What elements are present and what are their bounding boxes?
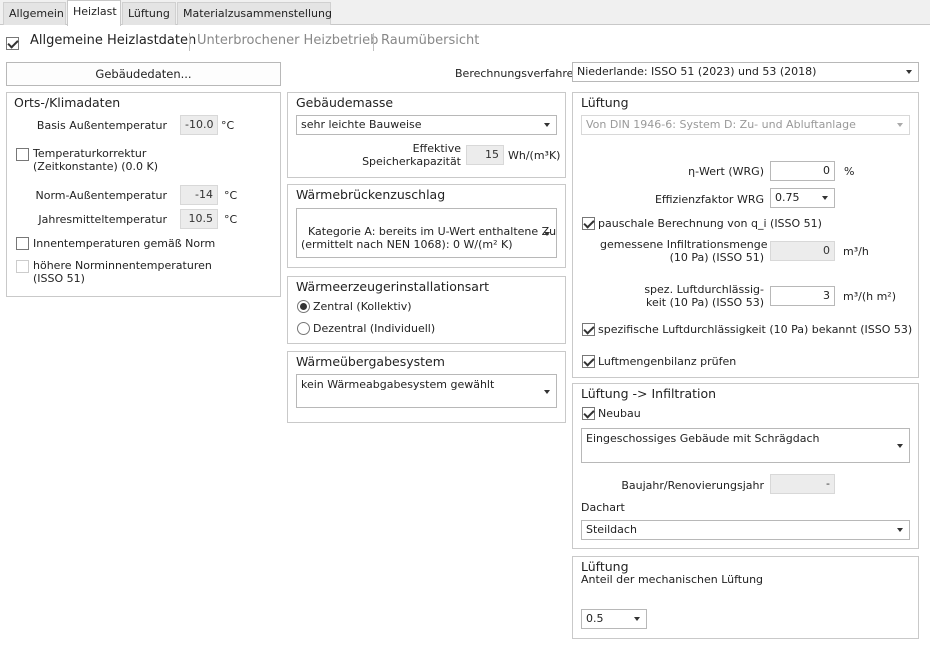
berechnungsverfahren-label: Berechnungsverfahren <box>455 67 581 80</box>
neubau-label: Neubau <box>598 407 641 420</box>
neubau-checkbox[interactable] <box>582 407 595 420</box>
tab-bar: Allgemein Heizlast Lüftung Materialzusam… <box>0 0 930 26</box>
waermebrueckenzuschlag-title: Wärmebrückenzuschlag <box>296 187 446 202</box>
lueftung-title: Lüftung <box>581 95 629 110</box>
infiltrationsmenge-field: 0 <box>770 241 835 261</box>
eta-wert-unit: % <box>844 165 855 178</box>
speicherkapazitaet-label: Effektive Speicherkapazität <box>362 142 461 168</box>
waermeuebergabe-value: kein Wärmeabgabesystem gewählt <box>301 378 495 391</box>
tab-heizlast[interactable]: Heizlast <box>67 0 121 26</box>
chevron-down-icon <box>897 123 903 127</box>
waermeerzeuger-title: Wärmeerzeugerinstallationsart <box>296 279 490 294</box>
infiltration-title: Lüftung -> Infiltration <box>581 386 717 401</box>
waermebrueckenzuschlag-value: Kategorie A: bereits im U-Wert enthalten… <box>301 225 557 251</box>
effizienzfaktor-label: Effizienzfaktor WRG <box>654 193 764 206</box>
gebaeudemasse-select[interactable]: sehr leichte Bauweise <box>296 115 557 135</box>
dachart-select[interactable]: Steildach <box>581 520 910 540</box>
subnav-heizlastdaten[interactable]: Allgemeine Heizlastdaten <box>30 33 196 48</box>
dachart-value: Steildach <box>586 523 637 536</box>
dachart-label: Dachart <box>581 501 625 514</box>
berechnungsverfahren-value: Niederlande: ISSO 51 (2023) und 53 (2018… <box>577 65 817 78</box>
gebaeudetyp-select[interactable]: Eingeschossiges Gebäude mit Schrägdach <box>581 428 910 463</box>
eta-wert-input[interactable]: 0 <box>770 161 835 181</box>
chevron-down-icon <box>822 196 828 200</box>
norm-aussentemperatur-label: Norm-Außentemperatur <box>35 189 167 202</box>
lueftungssystem-value: Von DIN 1946-6: System D: Zu- und Abluft… <box>586 118 856 131</box>
baujahr-field: - <box>770 474 835 494</box>
heizlast-checkbox[interactable] <box>6 37 19 50</box>
chevron-down-icon <box>897 444 903 448</box>
mechanische-lueftung-title: Lüftung <box>581 559 629 574</box>
tab-lueftung[interactable]: Lüftung <box>122 2 176 25</box>
chevron-down-icon <box>897 528 903 532</box>
anteil-select[interactable]: 0.5 <box>581 609 647 629</box>
orts-klimadaten-title: Orts-/Klimadaten <box>14 95 121 110</box>
gebaeudedaten-button[interactable]: Gebäudedaten... <box>6 62 281 86</box>
subnav-separator <box>373 33 374 51</box>
norm-aussentemperatur-field: -14 <box>180 185 218 205</box>
chevron-down-icon <box>634 617 640 621</box>
luftdurchlaessigkeit-bekannt-label: spezifische Luftdurchlässigkeit (10 Pa) … <box>598 323 913 336</box>
gebaeudetyp-value: Eingeschossiges Gebäude mit Schrägdach <box>586 432 820 445</box>
lueftungssystem-select[interactable]: Von DIN 1946-6: System D: Zu- und Abluft… <box>581 115 910 135</box>
anteil-label: Anteil der mechanischen Lüftung <box>581 573 764 586</box>
pauschale-berechnung-label: pauschale Berechnung von q_i (ISSO 51) <box>598 217 822 230</box>
subnav-raumuebersicht[interactable]: Raumübersicht <box>381 33 479 48</box>
speicherkapazitaet-unit: Wh/(m³K) <box>508 149 561 162</box>
tab-materialzusammenstellung[interactable]: Materialzusammenstellung <box>177 2 332 25</box>
chevron-down-icon <box>544 123 550 127</box>
waermeuebergabe-select[interactable]: kein Wärmeabgabesystem gewählt <box>296 374 557 408</box>
pauschale-berechnung-checkbox[interactable] <box>582 217 595 230</box>
luftmengenbilanz-label: Luftmengenbilanz prüfen <box>598 355 737 368</box>
tab-allgemein[interactable]: Allgemein <box>3 2 66 25</box>
spez-luftdurchlaessigkeit-unit: m³/(h m²) <box>843 290 897 303</box>
dezentral-label: Dezentral (Individuell) <box>313 322 436 335</box>
jahresmitteltemperatur-field: 10.5 <box>180 209 218 229</box>
speicherkapazitaet-field: 15 <box>466 145 504 165</box>
innentemperaturen-checkbox[interactable] <box>16 237 29 250</box>
eta-wert-label: η-Wert (WRG) <box>688 165 764 178</box>
infiltrationsmenge-unit: m³/h <box>843 245 869 258</box>
gebaeudemasse-title: Gebäudemasse <box>296 95 394 110</box>
effizienzfaktor-select[interactable]: 0.75 <box>770 188 835 208</box>
basis-aussentemperatur-label: Basis Außentemperatur <box>36 119 167 132</box>
berechnungsverfahren-select[interactable]: Niederlande: ISSO 51 (2023) und 53 (2018… <box>572 62 919 82</box>
waermeuebergabe-title: Wärmeübergabesystem <box>296 354 445 369</box>
anteil-value: 0.5 <box>586 612 604 625</box>
luftmengenbilanz-checkbox[interactable] <box>582 355 595 368</box>
hoehere-norminnentemp-checkbox[interactable] <box>16 260 29 273</box>
basis-unit: °C <box>221 119 235 132</box>
baujahr-label: Baujahr/Renovierungsjahr <box>621 479 764 492</box>
norm-unit: °C <box>224 189 238 202</box>
chevron-down-icon <box>544 232 550 236</box>
jahres-unit: °C <box>224 213 238 226</box>
innentemperaturen-label: Innentemperaturen gemäß Norm <box>33 237 216 250</box>
temperaturkorrektur-label: Temperaturkorrektur (Zeitkonstante) (0.0… <box>33 147 159 173</box>
spez-luftdurchlaessigkeit-label: spez. Luftdurchlässig- keit (10 Pa) (ISS… <box>644 283 764 309</box>
subnav-separator <box>189 33 190 51</box>
dezentral-radio[interactable] <box>297 322 310 335</box>
basis-aussentemperatur-field: -10.0 <box>180 115 218 135</box>
gebaeudemasse-value: sehr leichte Bauweise <box>301 118 422 131</box>
chevron-down-icon <box>544 390 550 394</box>
waermebrueckenzuschlag-select[interactable]: Kategorie A: bereits im U-Wert enthalten… <box>296 208 557 258</box>
subnav-unterbrochen[interactable]: Unterbrochener Heizbetrieb <box>197 33 378 48</box>
zentral-radio[interactable] <box>297 300 310 313</box>
infiltrationsmenge-label: gemessene Infiltrationsmenge (10 Pa) (IS… <box>600 238 768 264</box>
hoehere-norminnentemp-label: höhere Norminnentemperaturen (ISSO 51) <box>33 259 212 285</box>
luftdurchlaessigkeit-bekannt-checkbox[interactable] <box>582 323 595 336</box>
chevron-down-icon <box>906 70 912 74</box>
jahresmitteltemperatur-label: Jahresmitteltemperatur <box>38 213 167 226</box>
spez-luftdurchlaessigkeit-input[interactable]: 3 <box>770 286 835 306</box>
zentral-label: Zentral (Kollektiv) <box>313 300 412 313</box>
temperaturkorrektur-checkbox[interactable] <box>16 148 29 161</box>
effizienzfaktor-value: 0.75 <box>775 191 800 204</box>
